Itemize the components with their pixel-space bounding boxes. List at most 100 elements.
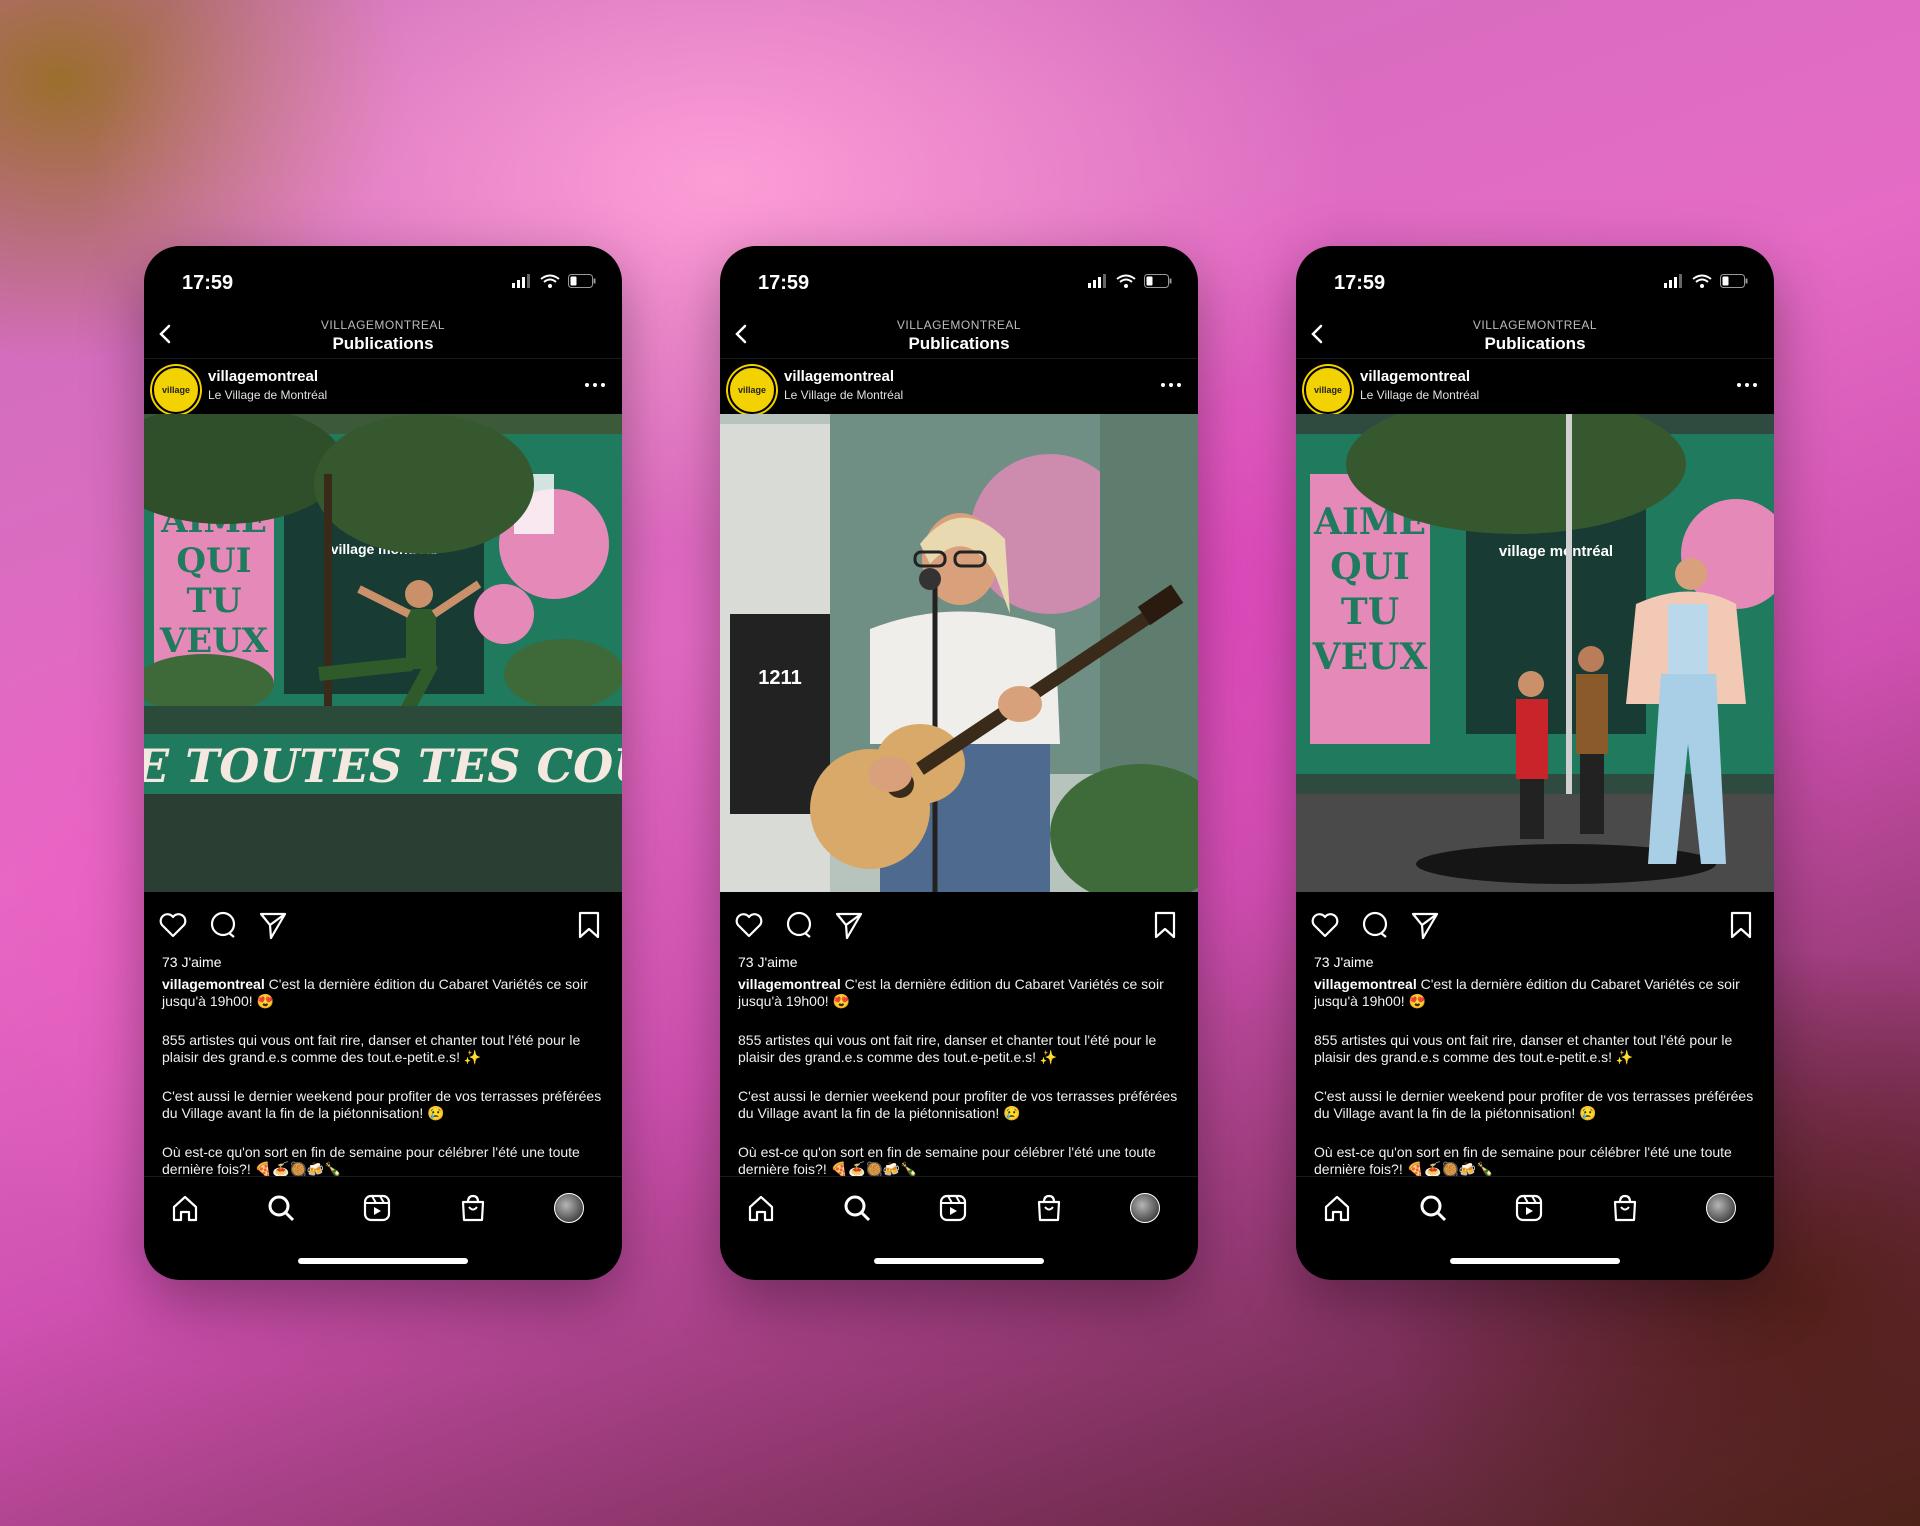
caption-username[interactable]: villagemontreal — [1314, 976, 1417, 992]
post-photo[interactable]: AIME QUI TU VEUX village montréal — [1296, 414, 1774, 892]
post-location[interactable]: Le Village de Montréal — [784, 388, 903, 402]
share-icon[interactable] — [258, 910, 288, 940]
home-icon[interactable] — [746, 1193, 776, 1223]
likes-count[interactable]: 73 J'aime — [738, 954, 797, 970]
battery-icon — [1144, 274, 1172, 288]
battery-icon — [568, 274, 596, 288]
post-actions — [144, 906, 622, 942]
phone-screen-3: 17:59 VILLAGEMONTREAL Publications villa… — [1296, 246, 1774, 1280]
banner-text: E TOUTES TES COUL — [144, 739, 622, 793]
profile-icon[interactable] — [554, 1193, 584, 1223]
mural-text-2: QUI — [1330, 546, 1410, 588]
more-icon[interactable] — [1160, 380, 1182, 390]
heart-icon[interactable] — [1310, 910, 1340, 940]
post-actions — [720, 906, 1198, 942]
mural-text-3: TU — [1341, 591, 1399, 633]
reels-icon[interactable] — [1514, 1193, 1544, 1223]
bookmark-icon[interactable] — [1726, 910, 1756, 940]
search-icon[interactable] — [266, 1193, 296, 1223]
status-time: 17:59 — [1334, 272, 1386, 294]
nav-bar: VILLAGEMONTREAL Publications — [144, 312, 622, 359]
mural-text-2: QUI — [176, 541, 251, 581]
search-icon[interactable] — [842, 1193, 872, 1223]
wifi-icon — [1116, 274, 1136, 288]
caption-username[interactable]: villagemontreal — [162, 976, 265, 992]
avatar[interactable]: village — [152, 366, 200, 414]
caption-username[interactable]: villagemontreal — [738, 976, 841, 992]
caption-text-4: Où est-ce qu'on sort en fin de semaine p… — [162, 1144, 580, 1177]
status-bar: 17:59 — [1296, 266, 1774, 298]
likes-count[interactable]: 73 J'aime — [1314, 954, 1373, 970]
post-header: village villagemontreal Le Village de Mo… — [144, 358, 622, 414]
likes-count[interactable]: 73 J'aime — [162, 954, 221, 970]
post-photo[interactable]: 1211 — [720, 414, 1198, 892]
reels-icon[interactable] — [362, 1193, 392, 1223]
shop-icon[interactable] — [458, 1193, 488, 1223]
battery-icon — [1720, 274, 1748, 288]
avatar[interactable]: village — [728, 366, 776, 414]
profile-icon[interactable] — [1706, 1193, 1736, 1223]
caption-text-2: 855 artistes qui vous ont fait rire, dan… — [1314, 1032, 1733, 1065]
caption-text-4: Où est-ce qu'on sort en fin de semaine p… — [738, 1144, 1156, 1177]
post-header: village villagemontreal Le Village de Mo… — [1296, 358, 1774, 414]
comment-icon[interactable] — [784, 910, 814, 940]
status-time: 17:59 — [758, 272, 810, 294]
status-bar: 17:59 — [144, 266, 622, 298]
signal-icon — [1088, 274, 1106, 288]
share-icon[interactable] — [834, 910, 864, 940]
post-username[interactable]: villagemontreal — [1360, 368, 1470, 385]
post-location[interactable]: Le Village de Montréal — [208, 388, 327, 402]
share-icon[interactable] — [1410, 910, 1440, 940]
phone-screen-2: 17:59 VILLAGEMONTREAL Publications villa… — [720, 246, 1198, 1280]
heart-icon[interactable] — [734, 910, 764, 940]
shop-icon[interactable] — [1610, 1193, 1640, 1223]
caption-text-2: 855 artistes qui vous ont fait rire, dan… — [738, 1032, 1157, 1065]
home-icon[interactable] — [170, 1193, 200, 1223]
wifi-icon — [540, 274, 560, 288]
caption-text-3: C'est aussi le dernier weekend pour prof… — [1314, 1088, 1754, 1121]
status-time: 17:59 — [182, 272, 234, 294]
post-photo[interactable]: AIME QUI TU VEUX village montréal — [144, 414, 622, 892]
signal-icon — [1664, 274, 1682, 288]
avatar[interactable]: village — [1304, 366, 1352, 414]
post-location[interactable]: Le Village de Montréal — [1360, 388, 1479, 402]
post-username[interactable]: villagemontreal — [208, 368, 318, 385]
shop-icon[interactable] — [1034, 1193, 1064, 1223]
mural-text-4: VEUX — [1312, 636, 1428, 678]
home-indicator[interactable] — [874, 1258, 1044, 1264]
home-indicator[interactable] — [1450, 1258, 1620, 1264]
photo-drag-performers: AIME QUI TU VEUX village montréal — [1296, 414, 1774, 892]
post-username[interactable]: villagemontreal — [784, 368, 894, 385]
performer-leopard — [1576, 646, 1608, 834]
caption-text-3: C'est aussi le dernier weekend pour prof… — [738, 1088, 1178, 1121]
avatar-logo-text: village — [737, 385, 766, 395]
photo-jumping-dancer: AIME QUI TU VEUX village montréal — [144, 414, 622, 892]
tab-bar — [144, 1176, 622, 1237]
signal-icon — [512, 274, 530, 288]
home-indicator[interactable] — [298, 1258, 468, 1264]
comment-icon[interactable] — [1360, 910, 1390, 940]
building-number: 1211 — [758, 667, 801, 689]
comment-icon[interactable] — [208, 910, 238, 940]
bookmark-icon[interactable] — [1150, 910, 1180, 940]
post-header: village villagemontreal Le Village de Mo… — [720, 358, 1198, 414]
tab-bar — [1296, 1176, 1774, 1237]
profile-icon[interactable] — [1130, 1193, 1160, 1223]
avatar-logo-text: village — [161, 385, 190, 395]
tab-bar — [720, 1176, 1198, 1237]
avatar-logo-text: village — [1313, 385, 1342, 395]
photo-guitar-singer: 1211 — [720, 414, 1198, 892]
store-sign: village montréal — [1499, 543, 1613, 560]
reels-icon[interactable] — [938, 1193, 968, 1223]
nav-account: VILLAGEMONTREAL — [896, 318, 1022, 332]
home-icon[interactable] — [1322, 1193, 1352, 1223]
more-icon[interactable] — [1736, 380, 1758, 390]
heart-icon[interactable] — [158, 910, 188, 940]
post-caption: villagemontreal C'est la dernière éditio… — [1314, 976, 1756, 1200]
bookmark-icon[interactable] — [574, 910, 604, 940]
search-icon[interactable] — [1418, 1193, 1448, 1223]
more-icon[interactable] — [584, 380, 606, 390]
wifi-icon — [1692, 274, 1712, 288]
caption-text-4: Où est-ce qu'on sort en fin de semaine p… — [1314, 1144, 1732, 1177]
post-caption: villagemontreal C'est la dernière éditio… — [162, 976, 604, 1200]
